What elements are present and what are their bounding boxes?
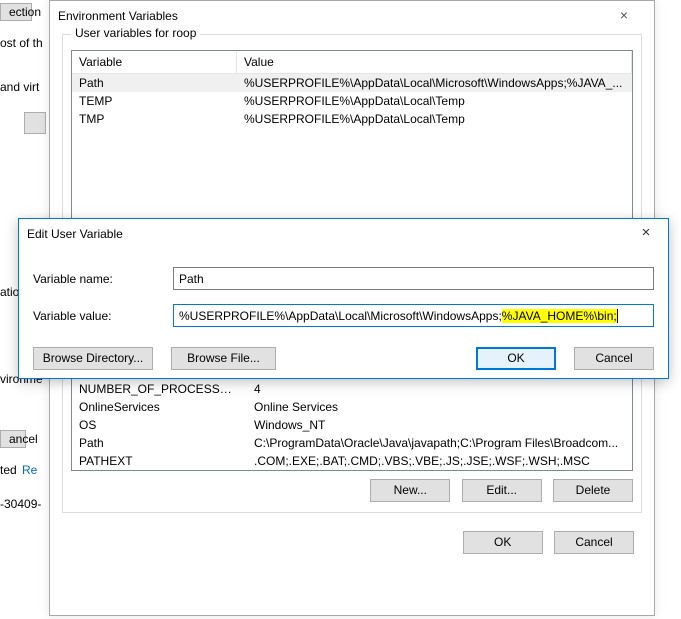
cell-var: Path (72, 74, 237, 92)
table-row[interactable]: TMP %USERPROFILE%\AppData\Local\Temp (72, 110, 632, 128)
cell-val: .COM;.EXE;.BAT;.CMD;.VBS;.VBE;.JS;.JSE;.… (247, 452, 632, 470)
table-header: Variable Value (72, 51, 632, 74)
cell-val: C:\ProgramData\Oracle\Java\javapath;C:\P… (247, 434, 632, 452)
bg-ted-label: ted (0, 463, 17, 477)
env-title: Environment Variables (58, 9, 602, 23)
cell-var: TEMP (72, 92, 237, 110)
cancel-button[interactable]: Cancel (574, 347, 654, 370)
bg-re-link[interactable]: Re (22, 463, 37, 477)
variable-value-row: Variable value: %USERPROFILE%\AppData\Lo… (33, 304, 654, 327)
new-button[interactable]: New... (370, 479, 450, 502)
edit-user-variable-dialog: Edit User Variable × Variable name: Vari… (18, 218, 669, 379)
user-group-legend: User variables for roop (71, 26, 200, 40)
ok-button[interactable]: OK (476, 347, 556, 370)
close-icon[interactable]: × (602, 2, 646, 30)
value-text-plain: %USERPROFILE%\AppData\Local\Microsoft\Wi… (179, 309, 502, 323)
env-bottom-buttons: OK Cancel (50, 531, 634, 554)
system-variables-group: JAVA_HOME C:\Program Files\Java\jdk1.8.0… (62, 358, 642, 513)
cell-var: PATHEXT (72, 452, 247, 470)
bg-ancel-button[interactable]: ancel (0, 430, 26, 448)
cell-var: Path (72, 434, 247, 452)
cancel-button[interactable]: Cancel (554, 531, 634, 554)
cell-val: %USERPROFILE%\AppData\Local\Temp (237, 92, 632, 110)
cell-val: %USERPROFILE%\AppData\Local\Microsoft\Wi… (237, 74, 632, 92)
cell-var: OS (72, 416, 247, 434)
delete-button[interactable]: Delete (553, 479, 633, 502)
table-row[interactable]: OnlineServices Online Services (72, 398, 632, 416)
variable-name-input[interactable] (173, 267, 654, 290)
table-row[interactable]: Path C:\ProgramData\Oracle\Java\javapath… (72, 434, 632, 452)
sys-button-row: New... Edit... Delete (71, 479, 633, 502)
cell-val: Windows_NT (247, 416, 632, 434)
variable-name-row: Variable name: (33, 267, 654, 290)
table-row[interactable]: PATHEXT .COM;.EXE;.BAT;.CMD;.VBS;.VBE;.J… (72, 452, 632, 470)
cell-val: 4 (247, 380, 632, 398)
col-variable[interactable]: Variable (72, 51, 237, 73)
value-text-highlight: %JAVA_HOME%\bin; (502, 309, 617, 323)
edit-titlebar[interactable]: Edit User Variable × (19, 219, 668, 249)
text-caret (617, 309, 618, 323)
browse-directory-button[interactable]: Browse Directory... (33, 347, 153, 370)
bg-ost-label: ost of th (0, 36, 43, 50)
variable-name-label: Variable name: (33, 272, 173, 286)
table-row[interactable]: OS Windows_NT (72, 416, 632, 434)
table-row[interactable]: NUMBER_OF_PROCESSORS 4 (72, 380, 632, 398)
variable-value-input[interactable]: %USERPROFILE%\AppData\Local\Microsoft\Wi… (173, 304, 654, 327)
edit-button-row: Browse Directory... Browse File... OK Ca… (19, 347, 668, 380)
user-variables-group: User variables for roop Variable Value P… (62, 34, 642, 246)
ok-button[interactable]: OK (463, 531, 543, 554)
bg-ection-button[interactable]: ection (0, 3, 32, 21)
col-value[interactable]: Value (237, 51, 632, 73)
cell-val: %USERPROFILE%\AppData\Local\Temp (237, 110, 632, 128)
close-icon[interactable]: × (624, 220, 668, 248)
user-variables-table[interactable]: Variable Value Path %USERPROFILE%\AppDat… (71, 50, 633, 226)
cell-val: Online Services (247, 398, 632, 416)
bg-num-label: -30409- (0, 497, 41, 511)
edit-button[interactable]: Edit... (462, 479, 542, 502)
variable-value-label: Variable value: (33, 309, 173, 323)
bg-andvirt-label: and virt (0, 80, 39, 94)
cell-var: TMP (72, 110, 237, 128)
browse-file-button[interactable]: Browse File... (171, 347, 276, 370)
cell-var: OnlineServices (72, 398, 247, 416)
bg-small-button[interactable] (24, 112, 46, 134)
table-row[interactable]: Path %USERPROFILE%\AppData\Local\Microso… (72, 74, 632, 92)
cell-var: NUMBER_OF_PROCESSORS (72, 380, 247, 398)
edit-title: Edit User Variable (27, 227, 624, 241)
table-row[interactable]: TEMP %USERPROFILE%\AppData\Local\Temp (72, 92, 632, 110)
